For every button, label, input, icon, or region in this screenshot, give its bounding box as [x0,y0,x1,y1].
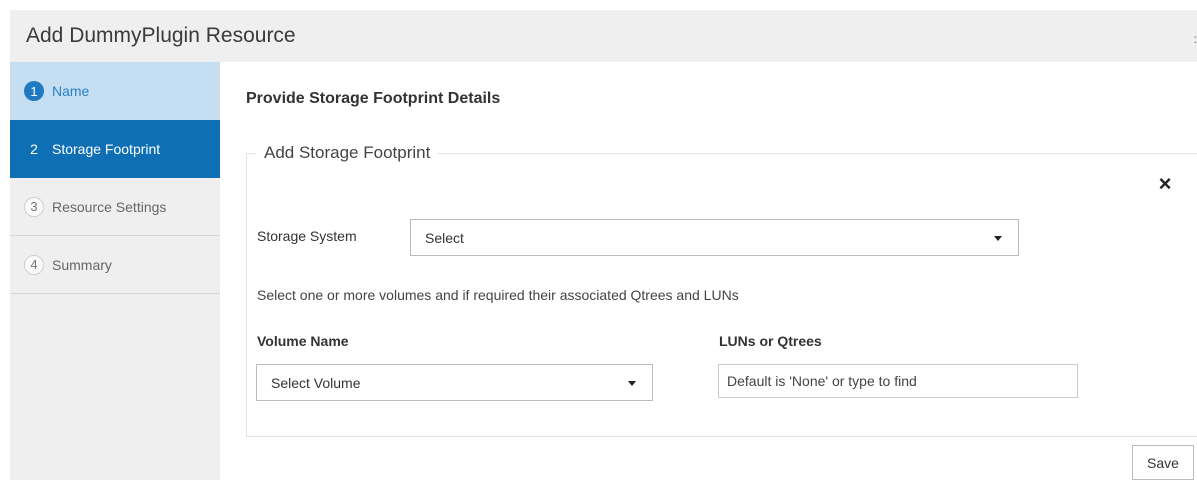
panel-legend: Add Storage Footprint [256,143,439,163]
page-heading: Provide Storage Footprint Details [246,90,501,107]
volume-name-label: Volume Name [257,333,349,349]
wizard-step-name[interactable]: 1 Name [10,62,220,120]
storage-system-label: Storage System [257,228,357,244]
dialog-title: Add DummyPlugin Resource [26,24,296,47]
luns-qtrees-input[interactable] [718,364,1078,398]
wizard-step-resource-settings[interactable]: 3 Resource Settings [10,178,220,236]
volume-selected-value: Select Volume [271,375,361,391]
volume-instructions: Select one or more volumes and if requir… [257,287,739,303]
storage-system-selected-value: Select [425,230,464,246]
volume-select[interactable]: Select Volume [256,364,653,401]
step-label: Name [52,83,90,99]
titlebar-menu-icon[interactable]: : [1194,32,1197,46]
chevron-down-icon [628,381,636,386]
step-label: Summary [52,256,112,273]
step-number-badge: 4 [24,254,44,275]
close-icon[interactable]: × [1154,172,1176,196]
step-number-badge: 3 [24,196,44,217]
save-button[interactable]: Save [1132,445,1194,480]
step-label: Storage Footprint [52,141,161,157]
step-label: Resource Settings [52,198,167,215]
luns-qtrees-label: LUNs or Qtrees [719,333,822,349]
dialog-titlebar: Add DummyPlugin Resource : [10,10,1197,62]
chevron-down-icon [994,236,1002,241]
storage-system-select[interactable]: Select [410,219,1019,256]
wizard-step-summary[interactable]: 4 Summary [10,236,220,294]
wizard-step-storage-footprint[interactable]: 2 Storage Footprint [10,120,220,178]
step-number-badge: 2 [30,141,38,157]
step-number-badge: 1 [24,81,44,101]
wizard-steps-sidebar: 1 Name 2 Storage Footprint 3 Resource Se… [10,62,220,480]
